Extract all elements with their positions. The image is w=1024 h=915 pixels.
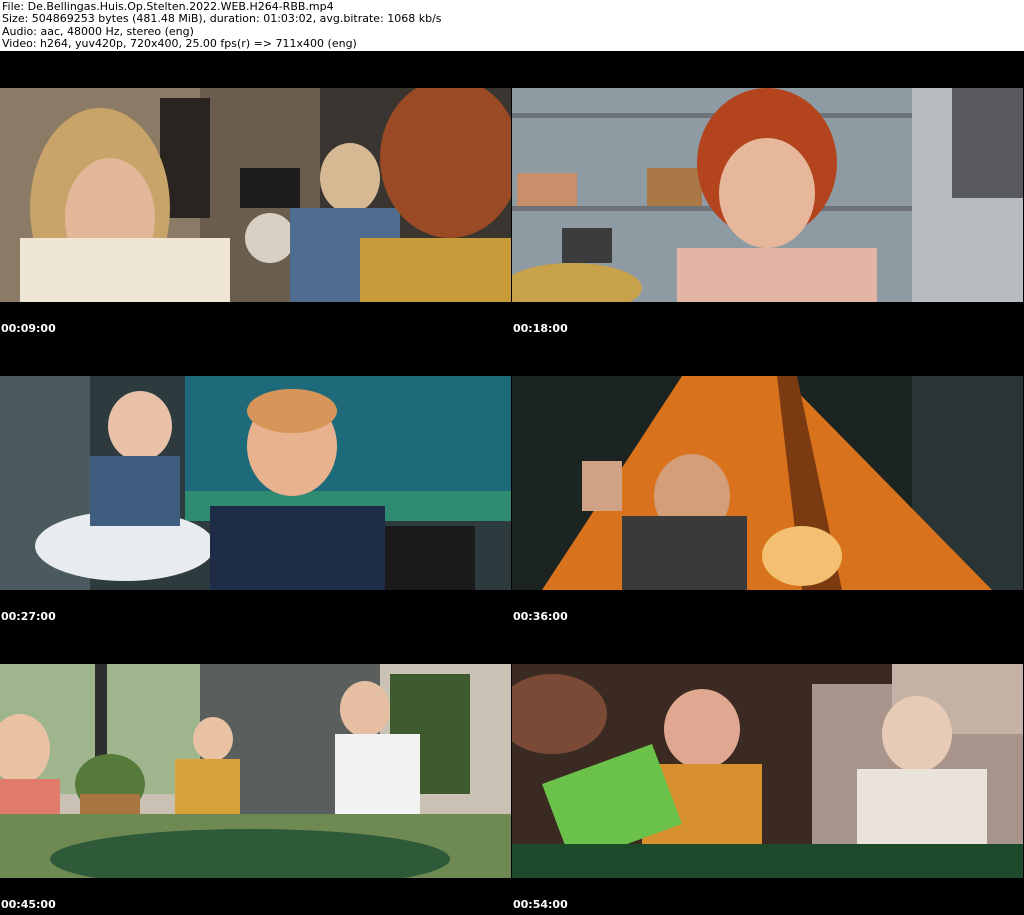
timestamp-label: 00:18:00: [513, 322, 568, 335]
frame-child-in-orange-tent: [512, 376, 1023, 590]
frame-baby-and-boy-aquarium: [0, 376, 511, 590]
thumbnail-grid: 00:09:00 00:18:00 00:27:00 00:36:00 00:4…: [0, 51, 1024, 915]
file-size-line: Size: 504869253 bytes (481.48 MiB), dura…: [2, 12, 442, 26]
timestamp-label: 00:45:00: [1, 898, 56, 911]
frame-redhead-woman-shelves: [512, 88, 1023, 302]
thumbnail-cell: 00:45:00: [0, 627, 512, 915]
thumbnail-cell: 00:18:00: [512, 51, 1024, 339]
thumbnail-cell: 00:54:00: [512, 627, 1024, 915]
video-frame: [512, 88, 1023, 302]
frame-kitchen-conversation: [0, 88, 511, 302]
video-frame: [512, 664, 1023, 878]
video-frame: [0, 376, 511, 590]
thumbnail-cell: 00:36:00: [512, 339, 1024, 627]
video-frame: [512, 376, 1023, 590]
thumbnail-cell: 00:09:00: [0, 51, 512, 339]
timestamp-label: 00:54:00: [513, 898, 568, 911]
file-info-header: File: De.Bellingas.Huis.Op.Stelten.2022.…: [0, 0, 1024, 50]
frame-children-at-table: [0, 664, 511, 878]
timestamp-label: 00:09:00: [1, 322, 56, 335]
timestamp-label: 00:27:00: [1, 610, 56, 623]
video-frame: [0, 88, 511, 302]
video-info-line: Video: h264, yuv420p, 720x400, 25.00 fps…: [2, 36, 357, 50]
frame-kids-under-green-net: [512, 664, 1023, 878]
video-frame: [0, 664, 511, 878]
timestamp-label: 00:36:00: [513, 610, 568, 623]
thumbnail-cell: 00:27:00: [0, 339, 512, 627]
